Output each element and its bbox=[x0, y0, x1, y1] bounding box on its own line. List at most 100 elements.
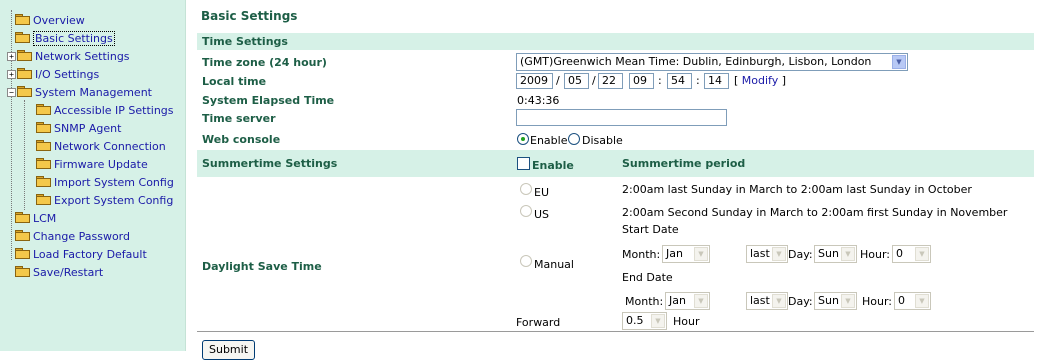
start-hour-select[interactable]: 0 ▼ bbox=[892, 245, 931, 263]
end-hour-select[interactable]: 0 ▼ bbox=[894, 292, 931, 310]
web-console-disable-radio[interactable] bbox=[568, 133, 580, 145]
sidebar-item-label: Network Connection bbox=[54, 140, 166, 153]
start-hour-label: Hour: bbox=[860, 248, 891, 261]
tree-connector bbox=[11, 10, 12, 260]
sidebar-item-basic-settings[interactable]: Basic Settings bbox=[15, 31, 115, 47]
sidebar-item-import-system-config[interactable]: Import System Config bbox=[36, 175, 174, 191]
dst-eu-radio[interactable] bbox=[520, 183, 532, 195]
start-month-select[interactable]: Jan ▼ bbox=[662, 245, 710, 263]
sidebar-item-snmp-agent[interactable]: SNMP Agent bbox=[36, 121, 121, 137]
chevron-down-icon: ▼ bbox=[915, 247, 929, 261]
chevron-down-icon: ▼ bbox=[651, 314, 665, 328]
expand-plus-icon[interactable]: + bbox=[7, 52, 16, 61]
sidebar-item-overview[interactable]: Overview bbox=[15, 13, 85, 29]
end-day-label: Day: bbox=[788, 295, 813, 308]
end-month-label: Month: bbox=[625, 295, 664, 308]
sidebar-item-lcm[interactable]: LCM bbox=[15, 211, 56, 227]
dst-label: Daylight Save Time bbox=[202, 260, 322, 273]
timezone-value: (GMT)Greenwich Mean Time: Dublin, Edinbu… bbox=[520, 55, 872, 68]
sidebar-item-label: LCM bbox=[33, 212, 57, 225]
end-month-value: Jan bbox=[669, 294, 686, 307]
folder-icon bbox=[36, 176, 51, 187]
end-week-select[interactable]: last ▼ bbox=[746, 292, 788, 310]
minute-field[interactable]: 54 bbox=[667, 73, 692, 89]
folder-icon bbox=[15, 248, 30, 259]
end-hour-label: Hour: bbox=[862, 295, 893, 308]
forward-select[interactable]: 0.5 ▼ bbox=[622, 312, 667, 330]
folder-icon bbox=[17, 68, 32, 79]
sidebar-item-export-system-config[interactable]: Export System Config bbox=[36, 193, 173, 209]
sidebar-item-system-management[interactable]: − System Management bbox=[7, 85, 152, 101]
sidebar-item-firmware-update[interactable]: Firmware Update bbox=[36, 157, 148, 173]
chevron-down-icon: ▼ bbox=[694, 294, 708, 308]
dst-manual-radio[interactable] bbox=[520, 255, 532, 267]
sidebar-item-label: Change Password bbox=[33, 230, 130, 243]
start-day-label: Day: bbox=[788, 248, 813, 261]
page-title: Basic Settings bbox=[201, 9, 298, 23]
sidebar-item-load-factory-default[interactable]: Load Factory Default bbox=[15, 247, 147, 263]
elapsed-time-value: 0:43:36 bbox=[517, 94, 560, 107]
local-time-label: Local time bbox=[202, 75, 267, 88]
date-separator: / bbox=[592, 74, 596, 87]
sidebar-item-change-password[interactable]: Change Password bbox=[15, 229, 130, 245]
collapse-minus-icon[interactable]: − bbox=[7, 88, 16, 97]
sidebar-item-label: SNMP Agent bbox=[54, 122, 122, 135]
month-field[interactable]: 05 bbox=[564, 73, 589, 89]
chevron-down-icon: ▼ bbox=[841, 294, 855, 308]
folder-icon bbox=[15, 230, 30, 241]
time-server-input[interactable] bbox=[516, 109, 727, 126]
end-month-select[interactable]: Jan ▼ bbox=[665, 292, 710, 310]
day-field[interactable]: 22 bbox=[598, 73, 623, 89]
time-settings-header: Time Settings bbox=[202, 35, 288, 48]
summertime-enable-checkbox[interactable] bbox=[517, 157, 530, 170]
us-label: US bbox=[534, 208, 550, 221]
web-console-enable-radio[interactable] bbox=[517, 133, 529, 145]
sidebar-item-network-connection[interactable]: Network Connection bbox=[36, 139, 166, 155]
timezone-select[interactable]: (GMT)Greenwich Mean Time: Dublin, Edinbu… bbox=[516, 53, 908, 71]
forward-unit: Hour bbox=[673, 315, 700, 328]
eu-label: EU bbox=[534, 186, 550, 199]
folder-icon bbox=[15, 212, 30, 223]
date-separator: / bbox=[556, 74, 560, 87]
hour-field[interactable]: 09 bbox=[629, 73, 654, 89]
start-month-label: Month: bbox=[622, 248, 661, 261]
enable-label: Enable bbox=[530, 134, 568, 147]
web-console-label: Web console bbox=[202, 133, 281, 146]
end-day-select[interactable]: Sun ▼ bbox=[814, 292, 857, 310]
start-day-select[interactable]: Sun ▼ bbox=[814, 245, 857, 263]
start-day-value: Sun bbox=[818, 247, 839, 260]
modify-link[interactable]: Modify bbox=[742, 74, 778, 87]
chevron-down-icon: ▼ bbox=[772, 294, 786, 308]
sidebar-item-label: System Management bbox=[35, 86, 152, 99]
elapsed-time-label: System Elapsed Time bbox=[202, 94, 335, 107]
bracket-close: ] bbox=[781, 74, 787, 87]
disable-label: Disable bbox=[582, 134, 623, 147]
sidebar-item-network-settings[interactable]: + Network Settings bbox=[7, 49, 130, 65]
sidebar-item-label: Accessible IP Settings bbox=[54, 104, 174, 117]
end-date-label: End Date bbox=[622, 271, 673, 284]
dst-us-radio[interactable] bbox=[520, 205, 532, 217]
sidebar-item-save-restart[interactable]: Save/Restart bbox=[15, 265, 103, 281]
year-field[interactable]: 2009 bbox=[516, 73, 553, 89]
summertime-period-header: Summertime period bbox=[622, 157, 746, 170]
folder-icon bbox=[36, 158, 51, 169]
end-day-value: Sun bbox=[818, 294, 839, 307]
summertime-header: Summertime Settings bbox=[202, 157, 338, 170]
sidebar-item-label: Overview bbox=[33, 14, 85, 27]
end-week-value: last bbox=[750, 294, 770, 307]
time-separator: : bbox=[696, 74, 700, 87]
submit-button[interactable]: Submit bbox=[202, 340, 256, 360]
second-field[interactable]: 14 bbox=[704, 73, 729, 89]
tree-connector bbox=[24, 100, 25, 210]
sidebar-item-io-settings[interactable]: + I/O Settings bbox=[7, 67, 99, 83]
folder-icon bbox=[36, 140, 51, 151]
start-week-select[interactable]: last ▼ bbox=[746, 245, 788, 263]
time-server-label: Time server bbox=[202, 112, 276, 125]
expand-plus-icon[interactable]: + bbox=[7, 70, 16, 79]
sidebar-item-accessible-ip-settings[interactable]: Accessible IP Settings bbox=[36, 103, 174, 119]
time-separator: : bbox=[658, 74, 662, 87]
sidebar-item-label: Basic Settings bbox=[33, 31, 115, 46]
us-period-text: 2:00am Second Sunday in March to 2:00am … bbox=[622, 206, 1008, 219]
forward-label: Forward bbox=[516, 316, 561, 329]
radio-selected-dot bbox=[521, 137, 525, 141]
